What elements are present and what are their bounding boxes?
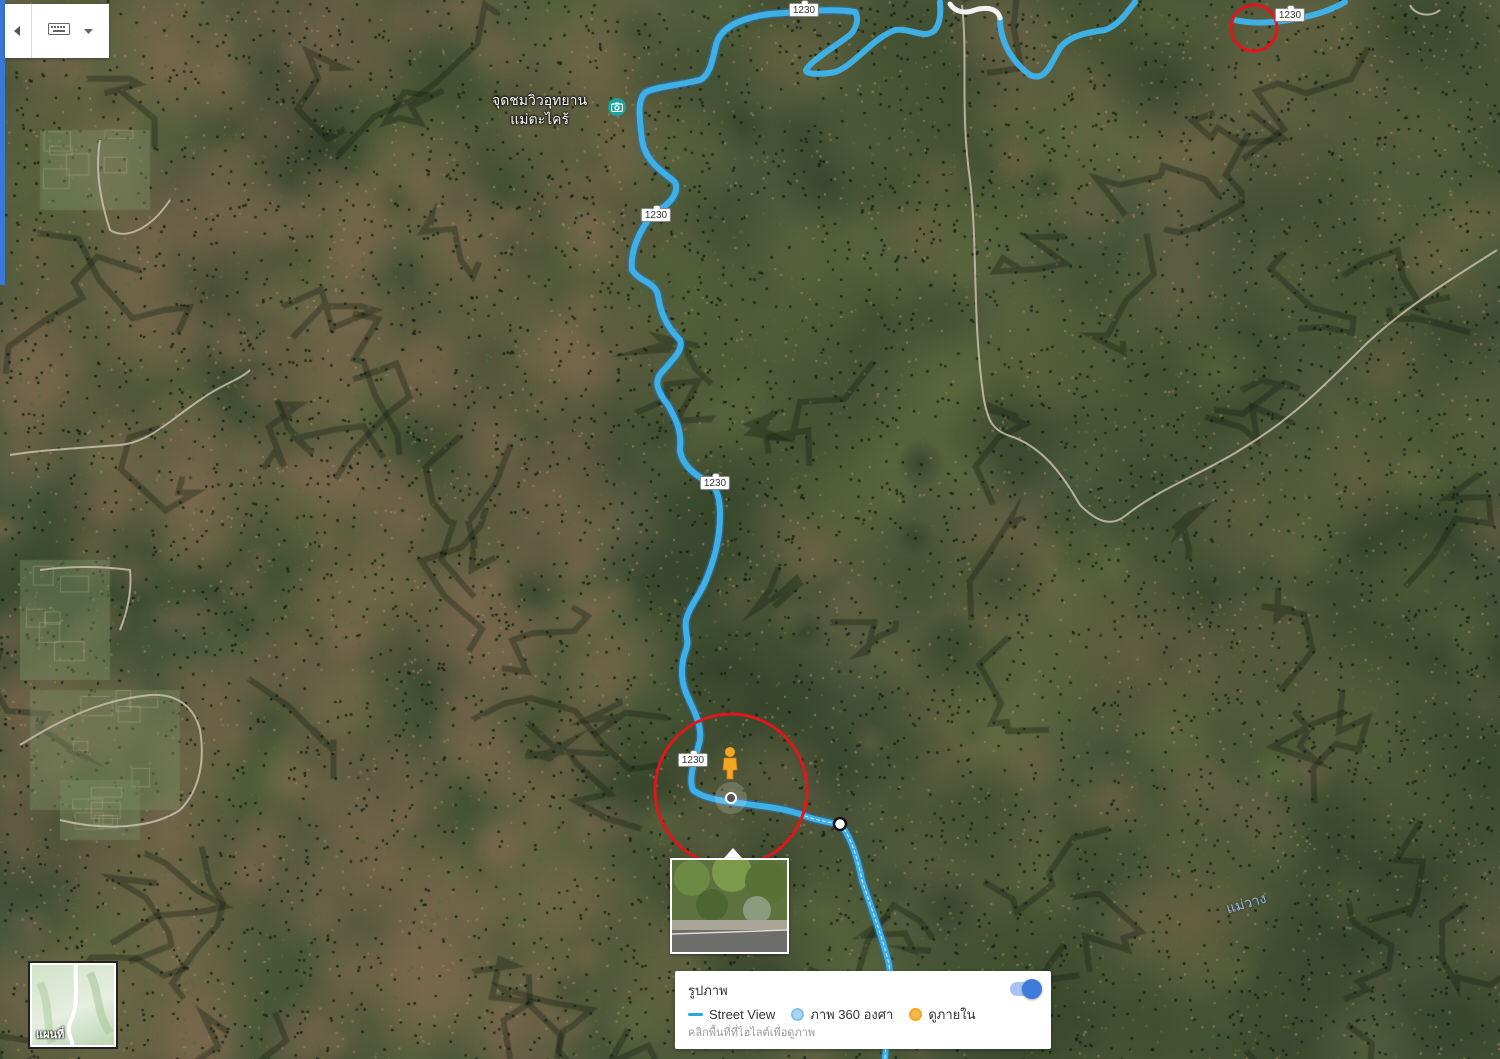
legend-title: รูปภาพ: [688, 983, 728, 998]
camera-icon[interactable]: [608, 98, 626, 116]
keyboard-button[interactable]: [32, 4, 109, 58]
legend-hint: คลิกพื้นที่ที่ไฮไลต์เพื่อดูภาพ: [688, 1027, 816, 1039]
imagery-legend: รูปภาพ Street View ภาพ 360 องศา ดูภายใน …: [675, 971, 1051, 1049]
legend-item-street-view: Street View: [688, 1007, 775, 1022]
street-view-line-icon: [688, 1013, 703, 1016]
chevron-left-icon[interactable]: [5, 4, 32, 58]
poi-label[interactable]: จุดชมวิวอุทยาน แม่ตะไคร้: [492, 91, 587, 129]
chevron-down-icon[interactable]: [84, 22, 93, 40]
photo-360-dot-icon: [791, 1008, 805, 1021]
poi-name-line1: จุดชมวิวอุทยาน: [492, 92, 588, 108]
legend-item-label: ดูภายใน: [928, 1007, 976, 1022]
legend-item-label: ภาพ 360 องศา: [810, 1007, 894, 1022]
legend-item-label: Street View: [709, 1007, 776, 1022]
road-shield-1230: 1230: [1274, 5, 1306, 22]
street-view-thumbnail[interactable]: [670, 858, 789, 954]
indoor-dot-icon: [909, 1008, 923, 1021]
map-type-toggle[interactable]: แผนที่: [28, 961, 118, 1049]
road-shield-1230: 1230: [640, 205, 672, 222]
imagery-toggle[interactable]: [1010, 979, 1042, 999]
legend-item-360: ภาพ 360 องศา: [791, 1004, 893, 1025]
minimap-label: แผนที่: [36, 1029, 65, 1041]
keyboard-shortcuts-control[interactable]: [5, 4, 109, 58]
thumbnail-image: [672, 860, 787, 952]
keyboard-icon: [48, 22, 70, 40]
road-shield-1230: 1230: [699, 473, 731, 490]
road-shield-1230: 1230: [788, 0, 820, 17]
toggle-knob: [1022, 979, 1042, 999]
legend-items: Street View ภาพ 360 องศา ดูภายใน: [688, 1004, 991, 1025]
poi-name-line2: แม่ตะไคร้: [510, 111, 570, 127]
legend-item-indoor: ดูภายใน: [909, 1004, 975, 1025]
road-shield-1230: 1230: [677, 750, 709, 767]
thumbnail-pointer: [724, 848, 742, 858]
